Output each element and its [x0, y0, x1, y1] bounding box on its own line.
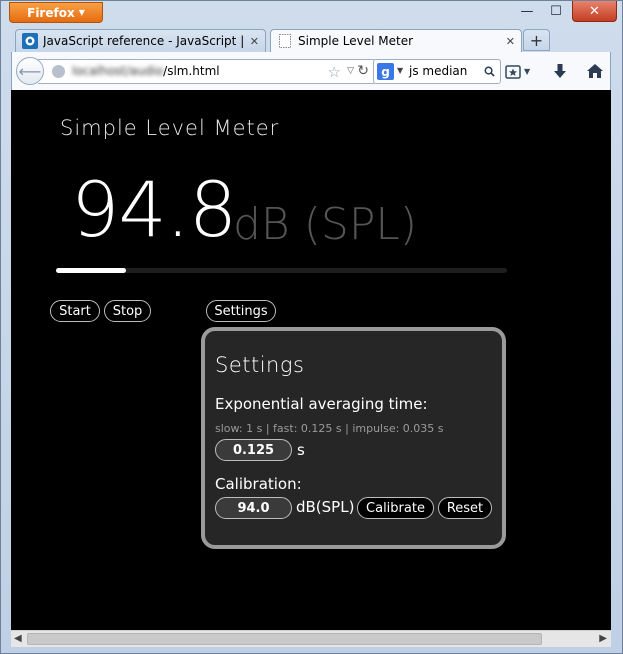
tab-strip: JavaScript reference - JavaScript | MDN … — [11, 28, 622, 52]
close-window-button[interactable]: ✕ — [572, 1, 617, 22]
bookmarks-menu-button[interactable]: ▼ — [505, 62, 537, 81]
scroll-right-icon[interactable]: ▶ — [599, 633, 607, 644]
minimize-button[interactable]: — — [513, 1, 541, 22]
google-icon[interactable]: g — [377, 63, 394, 80]
bookmarks-icon — [505, 64, 521, 79]
settings-heading: Settings — [215, 353, 305, 377]
calibration-unit: dB(SPL) — [296, 498, 355, 516]
calibrate-button[interactable]: Calibrate — [357, 497, 434, 519]
site-identity-icon[interactable] — [52, 65, 65, 78]
caret-down-icon: ▼ — [524, 67, 531, 76]
blank-page-icon — [279, 34, 291, 48]
firefox-menu-button[interactable]: Firefox ▼ — [9, 2, 103, 23]
home-icon — [587, 64, 603, 78]
close-tab-icon[interactable]: ✕ — [250, 35, 259, 48]
settings-button[interactable]: Settings — [206, 300, 276, 322]
start-button[interactable]: Start — [50, 300, 100, 322]
close-tab-icon[interactable]: ✕ — [506, 35, 515, 48]
navigation-toolbar: localhost/audio/slm.html ☆ ▽ ↻ ⟵ g ▼ js … — [11, 52, 611, 90]
tab-label: JavaScript reference - JavaScript | MDN — [43, 34, 246, 48]
averaging-time-unit: s — [297, 441, 305, 459]
level-meter-fill — [56, 268, 126, 273]
search-bar[interactable]: g ▼ js median — [373, 59, 501, 84]
download-arrow-icon — [554, 64, 566, 78]
browser-window: Firefox ▼ — ☐ ✕ JavaScript reference - J… — [0, 0, 623, 654]
level-unit: dB (SPL) — [233, 199, 418, 250]
level-readout: 94.8 — [71, 165, 237, 254]
maximize-button[interactable]: ☐ — [542, 1, 570, 22]
scroll-left-icon[interactable]: ◀ — [14, 633, 22, 644]
stop-button[interactable]: Stop — [104, 300, 151, 322]
bookmark-star-icon[interactable]: ☆ — [328, 63, 341, 81]
reset-button[interactable]: Reset — [438, 497, 492, 519]
scrollbar-thumb[interactable] — [27, 633, 542, 645]
tab-label: Simple Level Meter — [298, 34, 414, 48]
page-title: Simple Level Meter — [60, 116, 280, 140]
back-button[interactable]: ⟵ — [16, 57, 44, 85]
calibration-label: Calibration: — [215, 475, 302, 493]
tab-mdn[interactable]: JavaScript reference - JavaScript | MDN … — [15, 29, 266, 52]
new-tab-button[interactable]: + — [523, 29, 550, 51]
url-host: localhost/audio — [72, 64, 164, 78]
history-dropdown-icon[interactable]: ▽ — [347, 66, 354, 76]
reload-icon[interactable]: ↻ — [357, 63, 369, 79]
url-text[interactable]: localhost/audio/slm.html — [72, 64, 220, 78]
caret-down-icon: ▼ — [78, 8, 85, 17]
home-button[interactable] — [584, 60, 606, 82]
firefox-menu-label: Firefox — [27, 5, 75, 20]
url-path: /slm.html — [163, 64, 220, 78]
level-meter-bar — [56, 268, 507, 273]
averaging-time-hint: slow: 1 s | fast: 0.125 s | impulse: 0.0… — [215, 422, 444, 435]
search-input[interactable]: js median — [409, 64, 467, 78]
averaging-time-label: Exponential averaging time: — [215, 395, 428, 413]
calibration-input[interactable]: 94.0 — [215, 497, 292, 519]
url-bar[interactable]: localhost/audio/slm.html ☆ ▽ ↻ — [38, 59, 376, 84]
engine-dropdown-icon[interactable]: ▼ — [397, 66, 403, 75]
averaging-time-input[interactable]: 0.125 — [215, 439, 292, 461]
page-content: Simple Level Meter 94.8 dB (SPL) Start S… — [11, 90, 611, 630]
tab-simple-level-meter[interactable]: Simple Level Meter ✕ — [270, 29, 522, 52]
horizontal-scrollbar[interactable]: ◀ ▶ — [11, 630, 611, 647]
mdn-icon — [22, 33, 38, 49]
downloads-button[interactable] — [550, 60, 570, 82]
title-bar: Firefox ▼ — ☐ ✕ — [1, 1, 622, 28]
back-arrow-icon: ⟵ — [18, 61, 42, 81]
settings-panel: Settings Exponential averaging time: slo… — [201, 327, 506, 549]
search-icon[interactable] — [484, 66, 495, 77]
